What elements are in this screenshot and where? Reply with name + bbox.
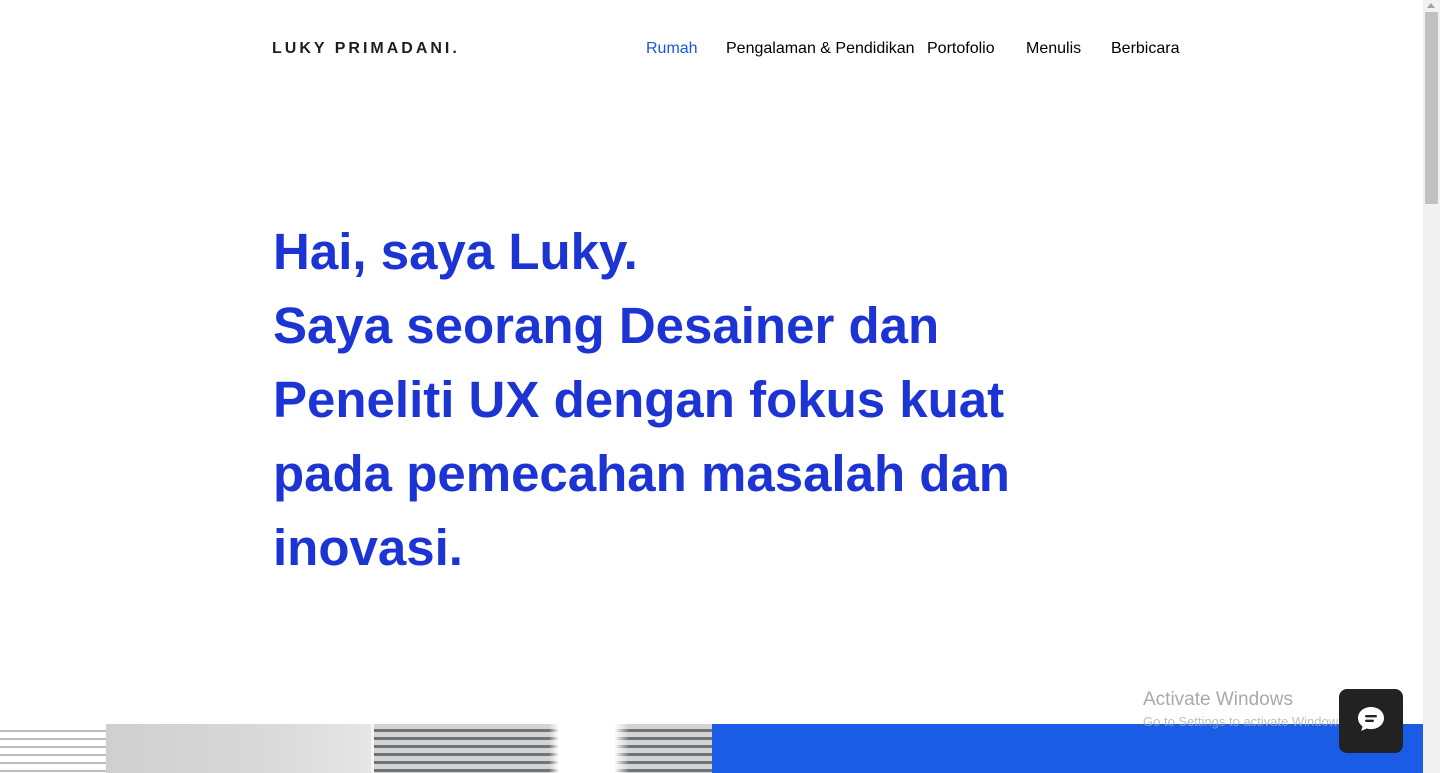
- hero-line: Saya seorang Desainer dan: [273, 297, 940, 354]
- blue-banner-block: [712, 724, 1423, 773]
- scroll-thumb[interactable]: [1425, 12, 1438, 204]
- hero-line: Hai, saya Luky.: [273, 223, 638, 280]
- nav-item-pengalaman-pendidikan[interactable]: Pengalaman & Pendidikan: [726, 40, 915, 58]
- wall-photo: [106, 724, 371, 773]
- chat-button[interactable]: [1339, 689, 1403, 753]
- office-photo-strip: [0, 724, 712, 773]
- site-logo[interactable]: LUKY PRIMADANI.: [272, 40, 460, 58]
- scroll-up-arrow-icon[interactable]: [1427, 3, 1435, 8]
- hero-heading: Hai, saya Luky. Saya seorang Desainer da…: [273, 215, 1093, 585]
- page: LUKY PRIMADANI. Rumah Pengalaman & Pendi…: [0, 0, 1423, 773]
- hero-line: pada pemecahan masalah dan: [273, 445, 1010, 502]
- blinds-photo: [0, 724, 106, 773]
- hero-line: inovasi.: [273, 519, 463, 576]
- nav-item-menulis[interactable]: Menulis: [1026, 40, 1081, 58]
- chat-bubble-icon: [1356, 705, 1386, 738]
- activate-windows-subtitle: Go to Settings to activate Windows.: [1143, 714, 1349, 729]
- activate-windows-title: Activate Windows: [1143, 689, 1293, 710]
- nav-item-rumah[interactable]: Rumah: [646, 40, 698, 58]
- nav-item-berbicara[interactable]: Berbicara: [1111, 40, 1179, 58]
- nav-item-portofolio[interactable]: Portofolio: [927, 40, 995, 58]
- page-scrollbar[interactable]: [1423, 0, 1440, 773]
- hero-line: Peneliti UX dengan fokus kuat: [273, 371, 1005, 428]
- window-photo: [374, 724, 712, 773]
